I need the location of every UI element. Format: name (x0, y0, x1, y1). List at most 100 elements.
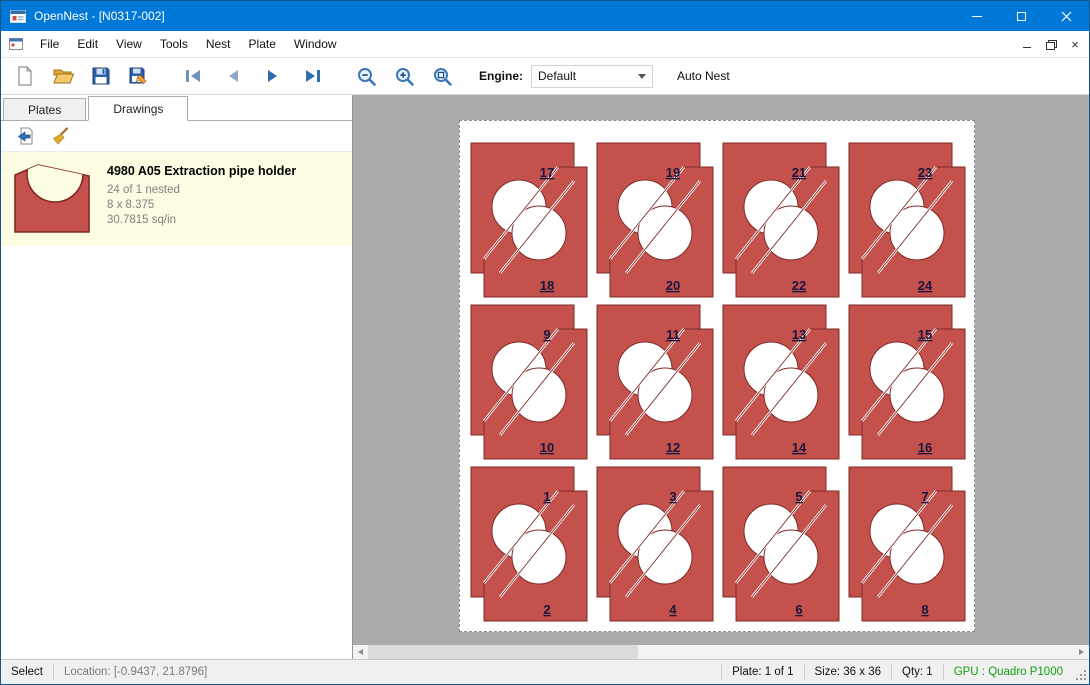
plate-size-status: Size: 36 x 36 (805, 666, 891, 678)
import-drawing-button[interactable] (11, 124, 37, 148)
menu-tools[interactable]: Tools (151, 31, 197, 57)
title-bar: OpenNest - [N0317-002] (1, 1, 1089, 31)
zoom-fit-button[interactable] (429, 62, 457, 90)
drawing-nested-count: 24 of 1 nested (107, 184, 296, 196)
sidebar-tabstrip: Plates Drawings (1, 95, 352, 121)
part-number-label: 13 (792, 327, 806, 342)
auto-nest-button[interactable]: Auto Nest (677, 69, 730, 83)
drawing-size: 8 x 8.375 (107, 199, 296, 211)
scroll-right-icon[interactable] (1074, 645, 1089, 659)
drawings-toolbar (1, 121, 352, 152)
next-arrow-icon (263, 67, 283, 85)
part-number-label: 12 (666, 440, 680, 455)
open-button[interactable] (49, 62, 77, 90)
part-number-label: 17 (540, 165, 554, 180)
engine-select[interactable]: Default (531, 65, 653, 88)
part-number-label: 15 (918, 327, 932, 342)
save-icon (91, 66, 111, 86)
gpu-status: GPU : Quadro P1000 (944, 666, 1073, 678)
quantity-status: Qty: 1 (892, 666, 943, 678)
nest-cell[interactable]: 2122 (723, 143, 839, 297)
broom-icon (50, 126, 70, 146)
menu-window[interactable]: Window (285, 31, 346, 57)
app-icon (10, 8, 26, 24)
part-number-label: 1 (543, 489, 550, 504)
first-plate-button[interactable] (179, 62, 207, 90)
location-status: Location: [-0.9437, 21.8796] (54, 666, 217, 678)
nest-cell[interactable]: 13 14 (723, 305, 839, 459)
drawing-title: 4980 A05 Extraction pipe holder (107, 164, 296, 178)
part-number-label: 8 (921, 602, 928, 617)
menu-edit[interactable]: Edit (68, 31, 107, 57)
zoom-out-icon (356, 66, 378, 87)
part-number-label: 22 (792, 278, 806, 293)
horizontal-scrollbar[interactable] (353, 645, 1089, 659)
nest-cell[interactable]: 11 12 (597, 305, 713, 459)
part-number-label: 14 (792, 440, 807, 455)
close-icon (1061, 11, 1072, 22)
nest-cell[interactable]: 78 (849, 467, 965, 621)
drawing-list-item[interactable]: 4980 A05 Extraction pipe holder 24 of 1 … (1, 152, 352, 246)
menu-plate[interactable]: Plate (240, 31, 285, 57)
part-number-label: 10 (540, 440, 554, 455)
mdi-close-button[interactable]: × (1065, 34, 1085, 54)
part-number-label: 4 (669, 602, 677, 617)
last-plate-button[interactable] (299, 62, 327, 90)
part-number-label: 11 (666, 327, 680, 342)
next-plate-button[interactable] (259, 62, 287, 90)
part-number-label: 20 (666, 278, 680, 293)
scroll-left-icon[interactable] (353, 645, 368, 659)
app-window: OpenNest - [N0317-002] File Edit View To… (0, 0, 1090, 685)
tab-drawings[interactable]: Drawings (88, 96, 188, 121)
previous-plate-button[interactable] (219, 62, 247, 90)
import-drawing-icon (14, 126, 34, 146)
maximize-button[interactable] (999, 1, 1044, 31)
new-button[interactable] (11, 62, 39, 90)
nest-cell[interactable]: 23 24 (849, 143, 965, 297)
zoom-out-button[interactable] (353, 62, 381, 90)
part-number-label: 23 (918, 165, 932, 180)
previous-arrow-icon (223, 67, 243, 85)
nest-cell[interactable]: 1920 (597, 143, 713, 297)
status-bar: Select Location: [-0.9437, 21.8796] Plat… (1, 659, 1089, 684)
scrollbar-thumb[interactable] (368, 645, 638, 659)
open-folder-icon (52, 66, 75, 86)
close-button[interactable] (1044, 1, 1089, 31)
drawing-area: 30.7815 sq/in (107, 214, 296, 226)
save-edit-icon (128, 66, 150, 87)
new-file-icon (15, 65, 35, 87)
resize-grip[interactable] (1073, 660, 1089, 685)
nest-cell[interactable]: 34 (597, 467, 713, 621)
clean-button[interactable] (47, 124, 73, 148)
plate-svg: 171819202122232491011121314151612345678 (460, 121, 974, 631)
nest-cell[interactable]: 910 (471, 305, 587, 459)
nest-cell[interactable]: 12 (471, 467, 587, 621)
save-button[interactable] (87, 62, 115, 90)
menu-nest[interactable]: Nest (197, 31, 240, 57)
part-number-label: 24 (918, 278, 933, 293)
engine-value: Default (538, 69, 638, 83)
zoom-fit-icon (432, 66, 454, 87)
menu-bar: File Edit View Tools Nest Plate Window × (1, 31, 1089, 58)
part-number-label: 19 (666, 165, 680, 180)
last-arrow-icon (303, 67, 323, 85)
part-number-label: 6 (795, 602, 802, 617)
minimize-button[interactable] (954, 1, 999, 31)
plate[interactable]: 171819202122232491011121314151612345678 (459, 120, 975, 632)
nest-canvas[interactable]: 171819202122232491011121314151612345678 (353, 95, 1089, 659)
engine-label: Engine: (479, 69, 523, 83)
nest-cell[interactable]: 1718 (471, 143, 587, 297)
nest-cell[interactable]: 56 (723, 467, 839, 621)
mdi-restore-button[interactable] (1041, 34, 1061, 54)
mdi-minimize-button[interactable] (1017, 34, 1037, 54)
document-icon[interactable] (9, 37, 24, 51)
save-as-button[interactable] (125, 62, 153, 90)
menu-view[interactable]: View (107, 31, 151, 57)
menu-file[interactable]: File (31, 31, 68, 57)
zoom-in-button[interactable] (391, 62, 419, 90)
part-number-label: 3 (669, 489, 676, 504)
sidebar: Plates Drawings (1, 95, 353, 659)
nest-cell[interactable]: 1516 (849, 305, 965, 459)
tab-plates[interactable]: Plates (3, 98, 86, 120)
part-number-label: 5 (795, 489, 802, 504)
